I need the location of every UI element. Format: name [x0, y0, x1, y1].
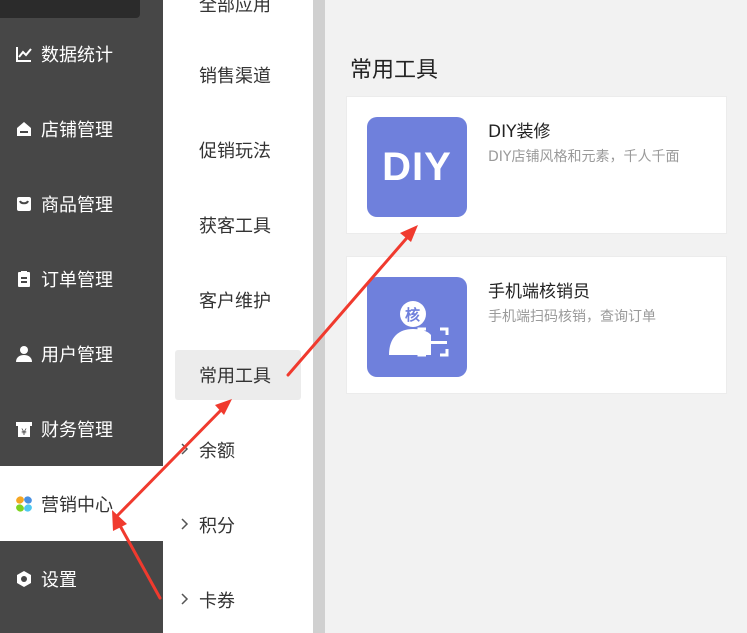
user-icon [14, 344, 34, 364]
svg-text:¥: ¥ [21, 428, 27, 438]
nav-item-label: 财务管理 [41, 419, 113, 441]
nav-item-orders[interactable]: 订单管理 [0, 241, 163, 316]
verifier-badge-text: 核 [405, 306, 421, 324]
nav-item-label: 设置 [41, 569, 77, 591]
subnav-item-label: 余额 [199, 441, 235, 462]
chart-icon [14, 44, 34, 64]
nav-item-label: 商品管理 [41, 194, 113, 216]
card-title: DIY装修 [488, 122, 551, 142]
product-icon [14, 194, 34, 214]
main-content: 常用工具 DIY DIY装修 DIY店铺风格和元素，千人千面 核 手机端核销员 … [325, 0, 747, 633]
nav-item-store[interactable]: 店铺管理 [0, 91, 163, 166]
tool-card-verifier[interactable]: 核 手机端核销员 手机端扫码核销，查询订单 [346, 256, 727, 394]
nav-item-statistics[interactable]: 数据统计 [0, 16, 163, 91]
subnav-item-label: 客户维护 [199, 291, 271, 312]
chevron-right-icon [181, 443, 189, 455]
subnav-item-label: 销售渠道 [199, 66, 271, 87]
nav-item-finance[interactable]: ¥ 财务管理 [0, 391, 163, 466]
subnav-item-label: 卡券 [199, 591, 235, 612]
card-description: 手机端扫码核销，查询订单 [488, 309, 656, 325]
nav-item-label: 订单管理 [41, 269, 113, 291]
nav-item-settings[interactable]: 设置 [0, 541, 163, 616]
order-icon [14, 269, 34, 289]
main-sidebar: 数据统计 店铺管理 商品管理 订单管理 用户管理 ¥ 财务管理 营销中心 设置 [0, 0, 163, 633]
subnav-item-points[interactable]: 积分 [175, 500, 301, 550]
diy-icon-text: DIY [382, 144, 452, 189]
subnav-item-coupons[interactable]: 卡券 [175, 575, 301, 625]
subnav-item-label: 全部应用 [199, 0, 271, 16]
subnav-item-sales-channel[interactable]: 销售渠道 [175, 50, 301, 100]
subnav-item-acquisition[interactable]: 获客工具 [175, 200, 301, 250]
card-description: DIY店铺风格和元素，千人千面 [488, 149, 680, 165]
nav-item-products[interactable]: 商品管理 [0, 166, 163, 241]
marketing-icon [14, 494, 34, 514]
settings-icon [14, 569, 34, 589]
diy-icon: DIY [367, 117, 467, 217]
subnav-item-common-tools[interactable]: 常用工具 [175, 350, 301, 400]
card-title: 手机端核销员 [488, 282, 590, 302]
subnav-item-all-apps[interactable]: 全部应用 [175, 0, 301, 29]
nav-item-label: 店铺管理 [41, 119, 113, 141]
subnav-item-label: 获客工具 [199, 216, 271, 237]
chevron-right-icon [181, 518, 189, 530]
subnav-item-label: 常用工具 [199, 366, 271, 387]
nav-item-label: 营销中心 [41, 494, 113, 516]
verifier-icon: 核 [367, 277, 467, 377]
subnav-item-label: 促销玩法 [199, 141, 271, 162]
subnav-item-balance[interactable]: 余额 [175, 425, 301, 475]
sub-sidebar: 全部应用 销售渠道 促销玩法 获客工具 客户维护 常用工具 余额 积分 卡券 [163, 0, 313, 633]
subnav-item-label: 积分 [199, 516, 235, 537]
scrollbar-divider[interactable] [313, 0, 325, 633]
tool-card-diy[interactable]: DIY DIY装修 DIY店铺风格和元素，千人千面 [346, 96, 727, 234]
finance-icon: ¥ [14, 419, 34, 439]
section-title: 常用工具 [350, 58, 439, 83]
subnav-item-promotion[interactable]: 促销玩法 [175, 125, 301, 175]
subnav-item-retention[interactable]: 客户维护 [175, 275, 301, 325]
nav-item-marketing[interactable]: 营销中心 [0, 466, 163, 541]
nav-item-label: 用户管理 [41, 344, 113, 366]
nav-item-label: 数据统计 [41, 44, 113, 66]
nav-item-users[interactable]: 用户管理 [0, 316, 163, 391]
store-icon [14, 119, 34, 139]
chevron-right-icon [181, 593, 189, 605]
